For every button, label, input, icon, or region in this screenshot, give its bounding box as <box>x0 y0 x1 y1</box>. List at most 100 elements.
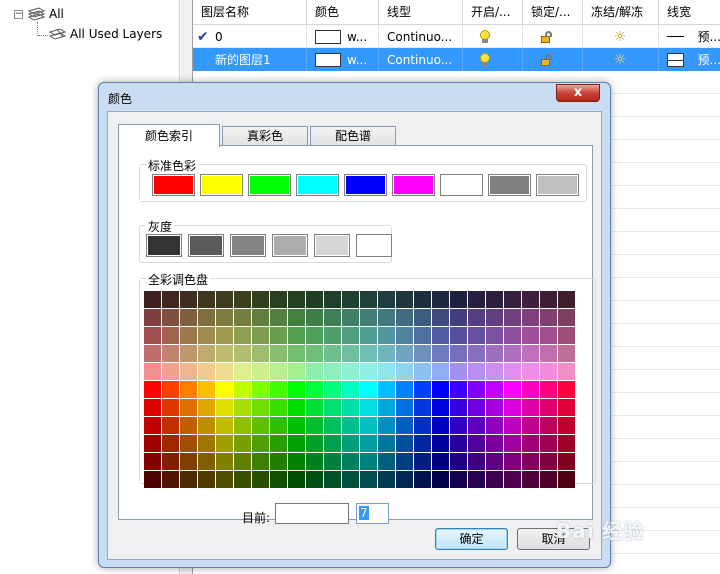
palette-color-cell[interactable] <box>396 291 413 308</box>
palette-color-cell[interactable] <box>234 435 251 452</box>
palette-color-cell[interactable] <box>324 435 341 452</box>
palette-color-cell[interactable] <box>522 381 539 398</box>
palette-color-cell[interactable] <box>468 363 485 380</box>
palette-color-cell[interactable] <box>234 417 251 434</box>
palette-color-cell[interactable] <box>522 363 539 380</box>
palette-color-cell[interactable] <box>504 453 521 470</box>
palette-color-cell[interactable] <box>198 435 215 452</box>
palette-color-cell[interactable] <box>306 291 323 308</box>
palette-color-cell[interactable] <box>342 327 359 344</box>
palette-color-cell[interactable] <box>216 417 233 434</box>
palette-color-cell[interactable] <box>216 471 233 488</box>
palette-color-cell[interactable] <box>180 381 197 398</box>
palette-color-cell[interactable] <box>504 435 521 452</box>
layer-lock-cell[interactable] <box>523 25 583 48</box>
palette-color-cell[interactable] <box>288 345 305 362</box>
column-header-color[interactable]: 颜色 <box>307 0 379 25</box>
palette-color-cell[interactable] <box>180 309 197 326</box>
palette-color-cell[interactable] <box>162 345 179 362</box>
gray-color-swatch[interactable] <box>146 234 182 257</box>
palette-color-cell[interactable] <box>162 453 179 470</box>
palette-color-cell[interactable] <box>324 381 341 398</box>
palette-color-cell[interactable] <box>540 291 557 308</box>
palette-color-cell[interactable] <box>234 327 251 344</box>
gray-color-swatch[interactable] <box>356 234 392 257</box>
palette-color-cell[interactable] <box>234 309 251 326</box>
standard-color-swatch[interactable] <box>536 174 579 196</box>
palette-color-cell[interactable] <box>414 435 431 452</box>
palette-color-cell[interactable] <box>162 399 179 416</box>
palette-color-cell[interactable] <box>198 291 215 308</box>
palette-color-cell[interactable] <box>288 327 305 344</box>
palette-color-cell[interactable] <box>504 399 521 416</box>
palette-color-cell[interactable] <box>216 309 233 326</box>
palette-color-cell[interactable] <box>504 363 521 380</box>
palette-color-cell[interactable] <box>288 363 305 380</box>
palette-color-cell[interactable] <box>252 435 269 452</box>
palette-color-cell[interactable] <box>360 435 377 452</box>
palette-color-cell[interactable] <box>234 381 251 398</box>
palette-color-cell[interactable] <box>288 291 305 308</box>
unlock-icon[interactable] <box>541 53 553 66</box>
palette-color-cell[interactable] <box>504 327 521 344</box>
palette-color-cell[interactable] <box>288 417 305 434</box>
palette-color-cell[interactable] <box>432 381 449 398</box>
palette-color-cell[interactable] <box>252 381 269 398</box>
palette-color-cell[interactable] <box>270 363 287 380</box>
palette-color-cell[interactable] <box>198 453 215 470</box>
palette-color-cell[interactable] <box>522 309 539 326</box>
tree-node-used-layers[interactable]: All Used Layers <box>48 27 162 41</box>
sun-icon[interactable]: ☼ <box>613 53 627 67</box>
gray-color-swatch[interactable] <box>272 234 308 257</box>
palette-color-cell[interactable] <box>486 399 503 416</box>
palette-color-cell[interactable] <box>378 381 395 398</box>
palette-color-cell[interactable] <box>486 309 503 326</box>
palette-color-cell[interactable] <box>234 291 251 308</box>
palette-color-cell[interactable] <box>288 435 305 452</box>
palette-color-cell[interactable] <box>234 471 251 488</box>
ok-button[interactable]: 确定 <box>435 528 508 550</box>
palette-color-cell[interactable] <box>270 291 287 308</box>
gray-color-swatch[interactable] <box>188 234 224 257</box>
palette-color-cell[interactable] <box>486 327 503 344</box>
palette-color-cell[interactable] <box>378 417 395 434</box>
palette-color-cell[interactable] <box>324 363 341 380</box>
layer-row-0[interactable]: ✔ 0 w... Continuo... ☼ 预... <box>193 25 720 48</box>
palette-color-cell[interactable] <box>216 363 233 380</box>
palette-color-cell[interactable] <box>414 291 431 308</box>
palette-color-cell[interactable] <box>144 327 161 344</box>
palette-color-cell[interactable] <box>396 399 413 416</box>
palette-color-cell[interactable] <box>162 363 179 380</box>
palette-color-cell[interactable] <box>450 327 467 344</box>
palette-color-cell[interactable] <box>396 453 413 470</box>
palette-color-cell[interactable] <box>306 363 323 380</box>
palette-color-cell[interactable] <box>540 381 557 398</box>
palette-color-cell[interactable] <box>522 345 539 362</box>
palette-color-cell[interactable] <box>540 417 557 434</box>
palette-color-cell[interactable] <box>252 453 269 470</box>
palette-color-cell[interactable] <box>180 291 197 308</box>
palette-color-cell[interactable] <box>270 471 287 488</box>
palette-color-cell[interactable] <box>540 363 557 380</box>
palette-color-cell[interactable] <box>378 345 395 362</box>
palette-color-cell[interactable] <box>468 435 485 452</box>
column-header-name[interactable]: 图层名称 <box>193 0 307 25</box>
layer-lineweight-cell[interactable]: 预... <box>659 25 720 48</box>
palette-color-cell[interactable] <box>486 381 503 398</box>
column-header-linetype[interactable]: 线型 <box>379 0 463 25</box>
palette-color-cell[interactable] <box>540 345 557 362</box>
palette-color-cell[interactable] <box>450 453 467 470</box>
palette-color-cell[interactable] <box>504 291 521 308</box>
palette-color-cell[interactable] <box>360 417 377 434</box>
palette-color-cell[interactable] <box>468 327 485 344</box>
palette-color-cell[interactable] <box>324 291 341 308</box>
palette-color-cell[interactable] <box>198 345 215 362</box>
layer-freeze-cell[interactable]: ☼ <box>583 48 659 71</box>
palette-color-cell[interactable] <box>234 363 251 380</box>
palette-color-cell[interactable] <box>414 399 431 416</box>
palette-color-cell[interactable] <box>342 399 359 416</box>
palette-color-cell[interactable] <box>252 471 269 488</box>
palette-color-cell[interactable] <box>144 471 161 488</box>
palette-color-cell[interactable] <box>306 327 323 344</box>
palette-color-cell[interactable] <box>324 399 341 416</box>
